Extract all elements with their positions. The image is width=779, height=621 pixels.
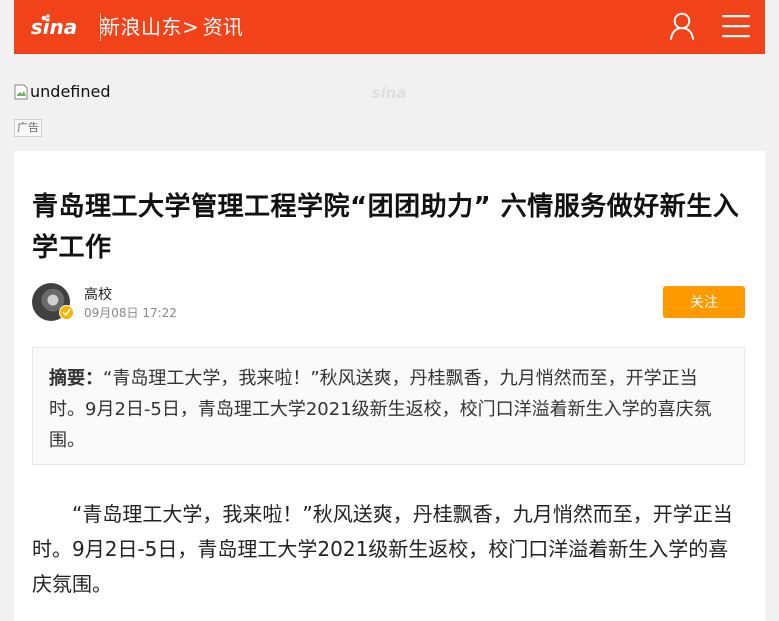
menu-icon[interactable]: [722, 13, 750, 39]
follow-button[interactable]: 关注: [663, 286, 745, 318]
ad-area[interactable]: undefined sina 广告: [14, 80, 765, 140]
verified-badge-icon: [59, 305, 74, 320]
author-row: 高校 09月08日 17:22 关注: [32, 283, 747, 323]
svg-text:sina: sina: [372, 84, 407, 102]
broken-image-icon: [14, 84, 28, 99]
check-icon: [62, 308, 71, 316]
broken-image-alt: undefined: [30, 82, 111, 101]
summary-text: “青岛理工大学，我来啦！”秋风送爽，丹桂飘香，九月悄然而至，开学正当时。9月2日…: [49, 368, 712, 451]
breadcrumb-section-label: 资讯: [202, 15, 243, 39]
article-card: 青岛理工大学管理工程学院“团团助力” 六情服务做好新生入学工作 高校 09月08…: [14, 151, 765, 621]
chevron-right-icon: >: [182, 15, 199, 39]
user-icon[interactable]: [667, 11, 697, 41]
author-name[interactable]: 高校: [84, 285, 112, 305]
svg-text:sina: sina: [31, 15, 78, 39]
broken-ad-image[interactable]: undefined: [14, 82, 111, 101]
publish-time: 09月08日 17:22: [84, 306, 177, 320]
ad-label: 广告: [14, 119, 42, 137]
summary-label: 摘要：: [49, 368, 103, 389]
article-body-paragraph: “青岛理工大学，我来啦！”秋风送爽，丹桂飘香，九月悄然而至，开学正当时。9月2日…: [32, 502, 733, 596]
site-name[interactable]: 新浪山东: [100, 13, 182, 41]
site-header: sina 新浪山东 > 资讯: [14, 0, 765, 54]
summary-box: 摘要：“青岛理工大学，我来啦！”秋风送爽，丹桂飘香，九月悄然而至，开学正当时。9…: [32, 347, 745, 465]
article-title: 青岛理工大学管理工程学院“团团助力” 六情服务做好新生入学工作: [32, 192, 740, 263]
sina-watermark: sina: [372, 84, 407, 102]
breadcrumb-section[interactable]: > 资讯: [182, 13, 243, 41]
sina-logo[interactable]: sina: [26, 10, 82, 44]
